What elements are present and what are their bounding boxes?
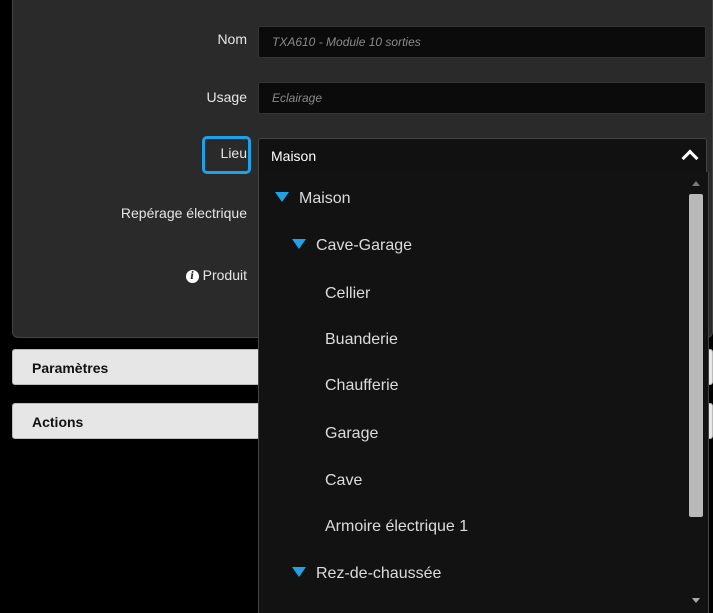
expand-triangle-icon[interactable] xyxy=(292,567,306,577)
produit-label[interactable]: i Produit xyxy=(185,267,247,283)
lieu-dropdown-list[interactable]: Maison Cave-Garage Cellier Buanderie Cha… xyxy=(258,172,709,613)
tree-item-garage[interactable]: Garage xyxy=(325,425,378,443)
tree-item-label: Maison xyxy=(299,190,351,207)
scrollbar-thumb[interactable] xyxy=(689,194,703,517)
tree-item-buanderie[interactable]: Buanderie xyxy=(325,331,398,349)
lieu-label: Lieu xyxy=(220,145,247,161)
tree-item-chaufferie[interactable]: Chaufferie xyxy=(325,377,399,395)
tree-item-label: Rez-de-chaussée xyxy=(316,565,442,582)
info-icon[interactable]: i xyxy=(185,270,199,283)
lieu-select-value: Maison xyxy=(271,148,317,164)
tree-item-cave[interactable]: Cave xyxy=(325,472,362,490)
reperage-label: Repérage électrique xyxy=(120,205,247,221)
expand-triangle-icon[interactable] xyxy=(292,239,306,249)
tree-item-armoire-electrique-1[interactable]: Armoire électrique 1 xyxy=(325,518,468,536)
scroll-up-arrow-icon[interactable] xyxy=(692,181,700,186)
chevron-up-icon[interactable] xyxy=(681,149,699,167)
tree-item-rez-de-chaussee[interactable]: Rez-de-chaussée xyxy=(292,565,441,583)
nom-field[interactable]: TXA610 - Module 10 sorties xyxy=(258,26,706,58)
produit-label-text: Produit xyxy=(202,267,247,283)
usage-label: Usage xyxy=(206,89,247,105)
expand-triangle-icon[interactable] xyxy=(275,192,289,202)
usage-field[interactable]: Eclairage xyxy=(258,82,706,114)
tree-item-cave-garage[interactable]: Cave-Garage xyxy=(292,237,412,255)
tree-item-cellier[interactable]: Cellier xyxy=(325,285,370,303)
tree-item-label: Cave-Garage xyxy=(316,237,413,254)
scroll-down-arrow-icon[interactable] xyxy=(692,598,700,603)
lieu-select[interactable]: Maison xyxy=(258,138,707,172)
nom-label: Nom xyxy=(217,31,247,47)
tree-item-maison[interactable]: Maison xyxy=(275,190,351,208)
